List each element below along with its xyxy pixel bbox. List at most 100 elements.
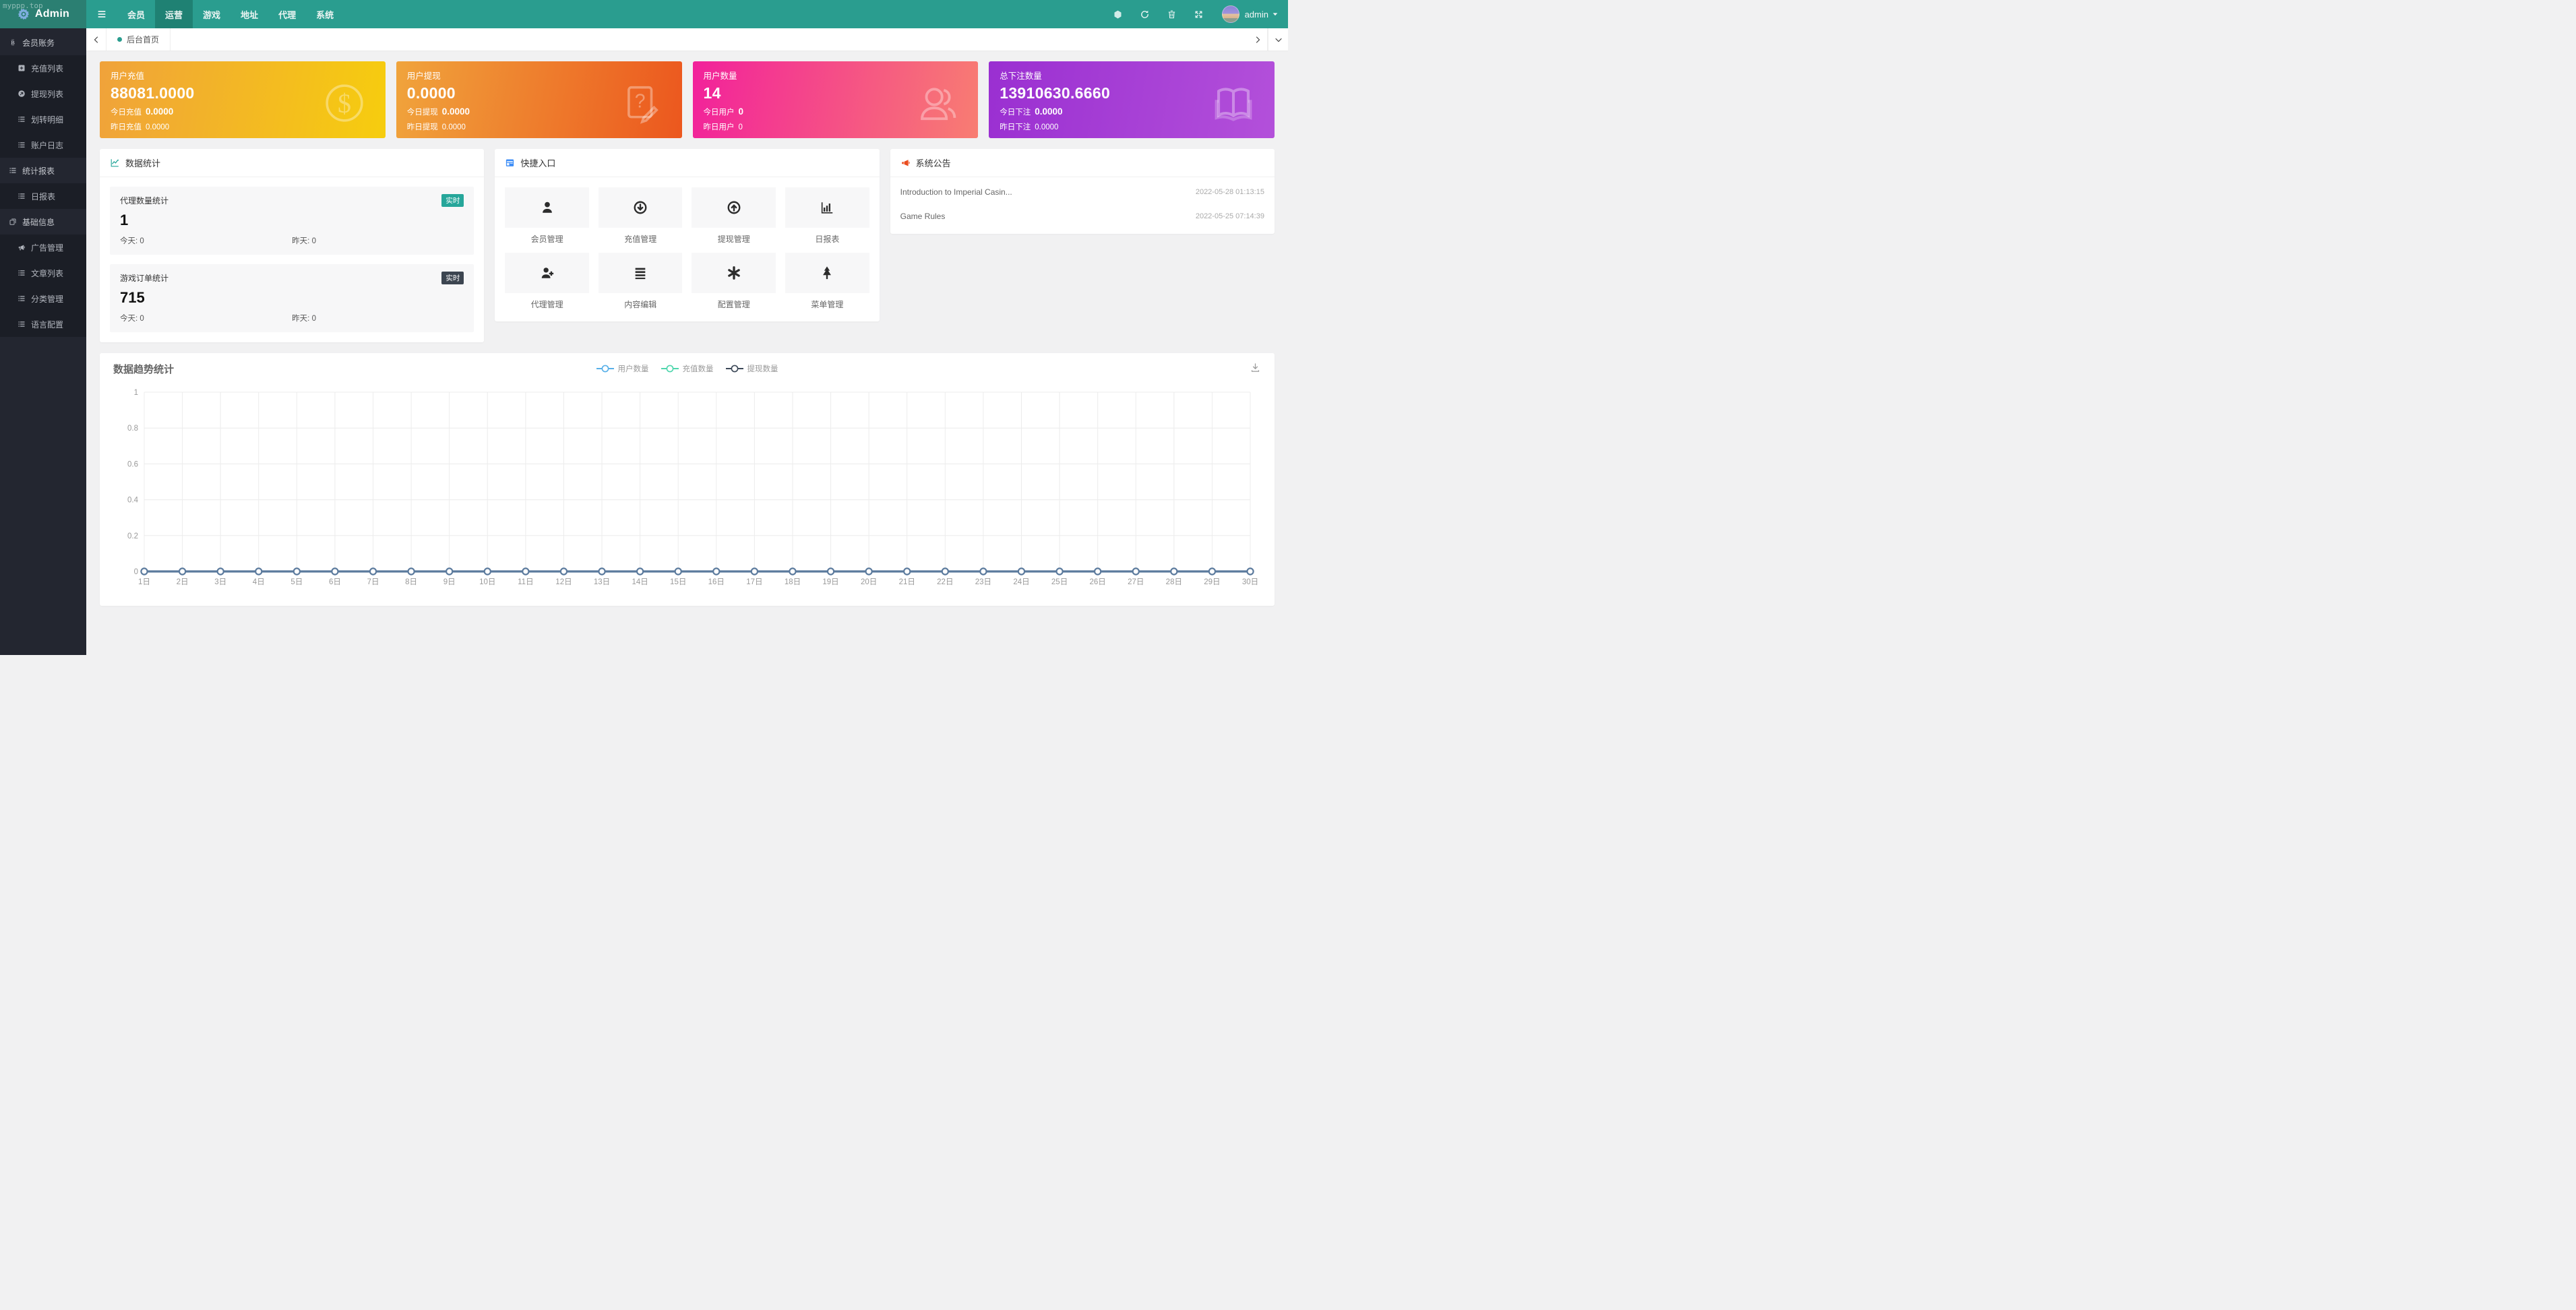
quick-entry-content-edit[interactable]: 内容编辑 (599, 253, 683, 310)
announcement-row[interactable]: Introduction to Imperial Casin... 2022-0… (900, 180, 1264, 204)
sidebar-submenu: 充值列表 提现列表 划转明细 账户日志 (0, 55, 86, 158)
bitcoin-icon: B (9, 38, 17, 46)
username: admin (1245, 9, 1268, 20)
chevron-right-icon (1254, 36, 1262, 44)
stat-cards-row: 用户充值 88081.0000 今日充值0.0000 昨日充值0.0000 $ … (100, 61, 1275, 138)
sidebar-item-daily-report[interactable]: 日报表 (0, 183, 86, 209)
nav-menu: 会员运营游戏地址代理 系统 (86, 0, 344, 28)
stat-block-agent-count-stat: 代理数量统计 实时 1 今天: 0 昨天: 0 (110, 187, 474, 255)
list-icon (18, 294, 26, 303)
nav-item-member[interactable]: 会员 (117, 0, 155, 28)
stat-card-title: 用户数量 (704, 69, 968, 82)
stat-card-total-bets: 总下注数量 13910630.6660 今日下注0.0000 昨日下注0.000… (989, 61, 1275, 138)
list-icon (9, 166, 17, 175)
sidebar-item-label: 提现列表 (31, 88, 63, 100)
announcement-row[interactable]: Game Rules 2022-05-25 07:14:39 (900, 204, 1264, 228)
svg-text:12日: 12日 (555, 578, 572, 586)
quick-entry-withdraw-management[interactable]: 提现管理 (692, 187, 776, 245)
quick-entry-member-management[interactable]: 会员管理 (505, 187, 589, 245)
trend-chart[interactable]: 00.20.40.60.811日2日3日4日5日6日7日8日9日10日11日12… (113, 383, 1261, 596)
apps-button[interactable] (1105, 0, 1132, 28)
stat-card-user-count: 用户数量 14 今日用户0 昨日用户0 (693, 61, 979, 138)
nav-item-game[interactable]: 游戏 (193, 0, 231, 28)
announcement-time: 2022-05-28 01:13:15 (1196, 188, 1264, 196)
svg-text:4日: 4日 (253, 578, 265, 586)
user-menu[interactable]: admin (1245, 9, 1279, 20)
svg-text:6日: 6日 (329, 578, 341, 586)
tabs-menu-button[interactable] (1268, 28, 1288, 51)
quick-entry-config-management[interactable]: 配置管理 (692, 253, 776, 310)
svg-text:0.2: 0.2 (127, 532, 138, 540)
sidebar-collapse-button[interactable] (86, 0, 117, 28)
tabbar-spacer (171, 28, 1248, 51)
sidebar-item-label: 分类管理 (31, 293, 63, 305)
nav-item-agent[interactable]: 代理 (268, 0, 306, 28)
user-avatar[interactable] (1222, 5, 1239, 23)
announcement-title: Introduction to Imperial Casin... (900, 187, 1012, 197)
lines-icon (633, 266, 648, 280)
quick-entry-label: 日报表 (785, 233, 869, 245)
svg-text:0.4: 0.4 (127, 497, 139, 505)
svg-text:17日: 17日 (746, 578, 762, 586)
nav-item-address[interactable]: 地址 (231, 0, 268, 28)
legend-marker (596, 365, 614, 373)
svg-text:19日: 19日 (822, 578, 838, 586)
sidebar-item-ad-management[interactable]: 广告管理 (0, 235, 86, 260)
legend-item-1[interactable]: 用户数量 (596, 363, 649, 374)
hamburger-icon (96, 9, 107, 20)
legend-marker (726, 365, 743, 373)
file-question-icon: ? (620, 82, 662, 124)
quick-entry-menu-management[interactable]: 菜单管理 (785, 253, 869, 310)
dollar-circle-icon: $ (324, 82, 365, 124)
top-navbar: myppp.top Admin 会员运营游戏地址代理系统 admin (0, 0, 1288, 28)
sidebar-item-recharge-list[interactable]: 充值列表 (0, 55, 86, 81)
stat-card-user-withdraw: 用户提现 0.0000 今日提现0.0000 昨日提现0.0000 ? (396, 61, 682, 138)
nav-item-label: 代理 (278, 8, 296, 21)
watermark: myppp.top (3, 1, 43, 10)
sidebar-submenu: 广告管理 文章列表 分类管理 语言配置 (0, 235, 86, 337)
tabs-scroll-left-button[interactable] (86, 28, 106, 51)
legend-item-3[interactable]: 提现数量 (726, 363, 778, 374)
quick-entry-daily-report[interactable]: 日报表 (785, 187, 869, 245)
refresh-button[interactable] (1132, 0, 1159, 28)
data-statistics-panel: 数据统计 代理数量统计 实时 1 今天: 0 昨天: 0 游戏订单统计 实时 7… (100, 149, 484, 342)
sidebar: B 会员账务 充值列表 提现列表 划转明细 账户日志 统计报表 日报表 基础信息… (0, 28, 86, 655)
svg-text:21日: 21日 (899, 578, 915, 586)
sidebar-item-article-list[interactable]: 文章列表 (0, 260, 86, 286)
sidebar-item-category-management[interactable]: 分类管理 (0, 286, 86, 311)
svg-text:30日: 30日 (1242, 578, 1258, 586)
share-circle-icon (18, 90, 26, 98)
announcements-panel: 系统公告 Introduction to Imperial Casin... 2… (890, 149, 1275, 234)
tab-home[interactable]: 后台首页 (106, 28, 171, 51)
clear-cache-button[interactable] (1159, 0, 1186, 28)
svg-text:0.6: 0.6 (127, 460, 138, 468)
quick-entry-agent-management[interactable]: 代理管理 (505, 253, 589, 310)
download-chart-button[interactable] (1250, 362, 1261, 373)
sidebar-item-label: 日报表 (31, 191, 55, 202)
list-icon (18, 192, 26, 200)
sidebar-item-language-config[interactable]: 语言配置 (0, 311, 86, 337)
quick-entry-recharge-management[interactable]: 充值管理 (599, 187, 683, 245)
svg-text:28日: 28日 (1166, 578, 1182, 586)
nav-item-label: 系统 (316, 8, 334, 21)
plus-square-icon (18, 64, 26, 72)
sidebar-item-transfer-detail[interactable]: 划转明细 (0, 106, 86, 132)
nav-item-operation[interactable]: 运营 (155, 0, 193, 28)
nav-item-system[interactable]: 系统 (306, 0, 344, 28)
svg-text:29日: 29日 (1204, 578, 1220, 586)
svg-text:13日: 13日 (594, 578, 610, 586)
sidebar-item-basic-info[interactable]: 基础信息 (0, 209, 86, 235)
sidebar-item-account-log[interactable]: 账户日志 (0, 132, 86, 158)
sidebar-item-member-accounting[interactable]: B 会员账务 (0, 30, 86, 55)
fullscreen-button[interactable] (1186, 0, 1213, 28)
sidebar-item-label: 划转明细 (31, 114, 63, 125)
sidebar-item-withdraw-list[interactable]: 提现列表 (0, 81, 86, 106)
sidebar-item-statistics-report[interactable]: 统计报表 (0, 158, 86, 183)
nav-tools: admin (1105, 0, 1288, 28)
chart-legend: 用户数量 充值数量 提现数量 (100, 363, 1275, 374)
tabs-scroll-right-button[interactable] (1248, 28, 1268, 51)
svg-text:20日: 20日 (861, 578, 877, 586)
svg-text:3日: 3日 (214, 578, 226, 586)
nav-item-label: 运营 (165, 8, 183, 21)
legend-item-2[interactable]: 充值数量 (661, 363, 714, 374)
